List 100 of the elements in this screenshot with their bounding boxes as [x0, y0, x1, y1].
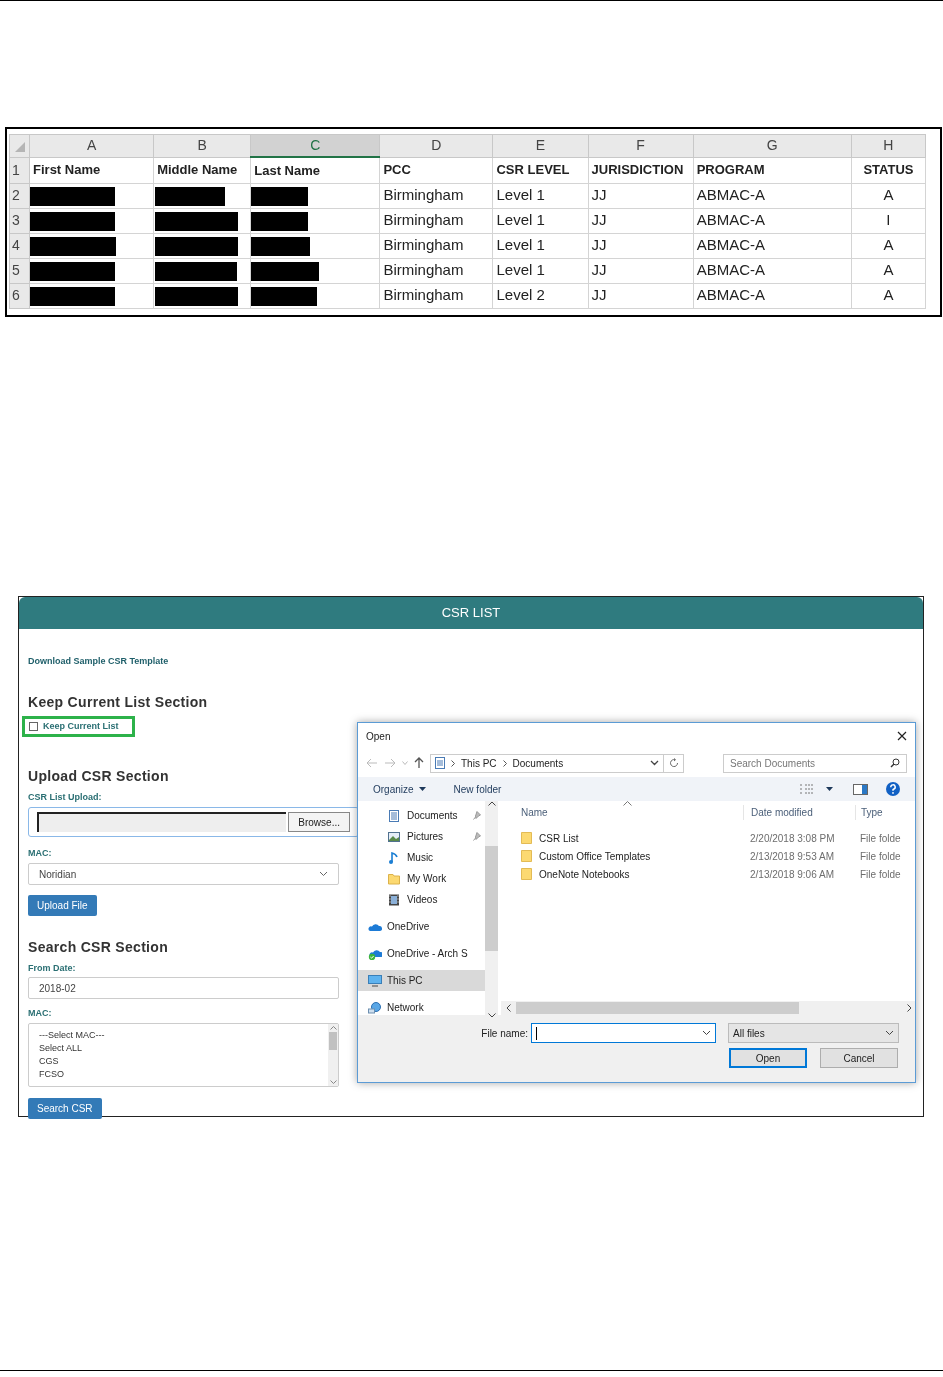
document-location-icon [435, 757, 445, 769]
row-header[interactable]: 2 [9, 183, 30, 208]
nav-label: Documents [407, 809, 458, 823]
nav-label: OneDrive - Arch S [387, 947, 468, 961]
breadcrumb[interactable]: Documents [512, 755, 564, 771]
column-header[interactable]: D [379, 134, 493, 157]
nav-item[interactable]: This PC [358, 970, 485, 991]
table-cell: JJ [591, 286, 607, 304]
file-row[interactable]: OneNote Notebooks 2/13/2018 9:06 AM File folde [501, 865, 915, 883]
upload-file-button[interactable]: Upload File [28, 895, 97, 916]
search-csr-button[interactable]: Search CSR [28, 1098, 102, 1119]
row-header[interactable]: 3 [9, 208, 30, 233]
open-button[interactable]: Open [729, 1048, 807, 1068]
scrollbar[interactable] [485, 801, 498, 1018]
nav-item[interactable]: OneDrive - Arch S [358, 943, 485, 964]
file-row[interactable]: Custom Office Templates 2/13/2018 9:53 AM File folde [501, 847, 915, 865]
forward-icon[interactable] [384, 758, 396, 768]
column-title: First Name [33, 162, 101, 178]
scrollbar[interactable] [501, 1001, 915, 1015]
new-folder-button[interactable]: New folder [453, 781, 502, 797]
nav-item[interactable]: Documents [358, 805, 485, 826]
cancel-button[interactable]: Cancel [820, 1048, 898, 1068]
nav-item[interactable]: Videos [358, 889, 485, 910]
file-name: CSR List [539, 831, 579, 846]
date-field[interactable]: 2018-02 [28, 977, 339, 999]
scrollbar-thumb[interactable] [516, 1002, 799, 1014]
row-header[interactable]: 5 [9, 258, 30, 283]
row-header[interactable]: 1 [9, 157, 30, 183]
recent-locations-icon[interactable] [402, 761, 408, 765]
column-header[interactable]: Date modified [743, 804, 855, 820]
scrollbar[interactable] [328, 1024, 338, 1086]
column-header[interactable]: E [493, 134, 589, 157]
list-option[interactable]: FCSO [39, 1068, 318, 1081]
nav-item[interactable]: OneDrive [358, 916, 485, 937]
chevron-right-icon [502, 759, 507, 767]
column-header[interactable]: F [588, 134, 694, 157]
column-header[interactable]: B [153, 134, 251, 157]
template-link[interactable]: Download Sample CSR Template [28, 656, 169, 667]
field-label: File name: [481, 1026, 528, 1041]
file-type-dropdown[interactable]: All files [728, 1023, 899, 1043]
up-icon[interactable] [414, 757, 424, 769]
scrollbar-thumb[interactable] [329, 1032, 337, 1050]
row-header[interactable]: 4 [9, 233, 30, 258]
file-upload-field[interactable]: Browse... [28, 807, 359, 837]
table-cell: Birmingham [383, 211, 464, 229]
chevron-right-icon [451, 759, 455, 767]
search-placeholder: Search Documents [730, 756, 816, 771]
table-cell: JJ [591, 186, 607, 204]
file-name: OneNote Notebooks [539, 867, 630, 882]
nav-label: This PC [387, 974, 423, 988]
nav-item[interactable]: Network [358, 997, 485, 1018]
refresh-icon [668, 758, 679, 768]
list-option[interactable]: CGS [39, 1055, 318, 1068]
back-icon[interactable] [366, 758, 378, 768]
mac-listbox[interactable]: ---Select MAC--- Select ALL CGS FCSO [28, 1023, 339, 1087]
search-icon [890, 758, 900, 768]
table-cell: A [883, 186, 894, 204]
file-type: File folde [860, 832, 901, 844]
nav-item[interactable]: Pictures [358, 826, 485, 847]
help-icon[interactable] [886, 782, 900, 796]
column-header[interactable]: H [851, 134, 926, 157]
list-option[interactable]: ---Select MAC--- [39, 1029, 318, 1042]
scrollbar-thumb[interactable] [485, 846, 498, 951]
file-row[interactable]: CSR List 2/20/2018 3:08 PM File folde [501, 829, 915, 847]
checkbox-label: Keep Current List [43, 719, 119, 733]
column-header[interactable]: Name [501, 804, 743, 820]
close-icon[interactable] [897, 731, 907, 741]
browse-button[interactable]: Browse... [288, 812, 350, 832]
scroll-up-icon [487, 801, 496, 806]
table-cell: Level 1 [496, 211, 545, 229]
breadcrumb[interactable]: This PC [461, 755, 497, 771]
field-label: From Date: [28, 963, 76, 974]
search-field[interactable]: Search Documents [723, 753, 907, 773]
nav-item[interactable]: My Work [358, 868, 485, 889]
nav-item[interactable]: Music [358, 847, 485, 868]
table-cell: I [886, 211, 891, 229]
app-title: CSR LIST [441, 605, 501, 620]
preview-pane-icon[interactable] [853, 783, 868, 795]
nav-label: Videos [407, 893, 438, 907]
organize-menu[interactable]: Organize [373, 781, 426, 797]
file-name-field[interactable] [531, 1023, 716, 1043]
file-name: Custom Office Templates [539, 849, 651, 864]
view-options-icon[interactable] [800, 784, 814, 794]
caret-down-icon[interactable] [826, 787, 833, 791]
refresh-button[interactable] [664, 753, 684, 773]
address-bar[interactable]: This PC Documents [430, 753, 664, 773]
chevron-down-icon[interactable] [650, 760, 659, 766]
table-cell: Level 1 [496, 261, 545, 279]
file-type: File folde [860, 850, 901, 862]
column-header[interactable]: A [29, 134, 154, 157]
column-header[interactable]: G [693, 134, 852, 157]
mac-dropdown[interactable]: Noridian [28, 863, 339, 885]
list-option[interactable]: Select ALL [39, 1042, 318, 1055]
dialog-title: Open [366, 729, 391, 744]
column-header[interactable]: Type [855, 804, 915, 820]
dropdown-value: Noridian [39, 867, 77, 882]
checkbox[interactable] [29, 722, 38, 731]
column-header[interactable]: C [250, 134, 380, 157]
caret-down-icon [418, 787, 426, 791]
row-header[interactable]: 6 [9, 283, 30, 308]
